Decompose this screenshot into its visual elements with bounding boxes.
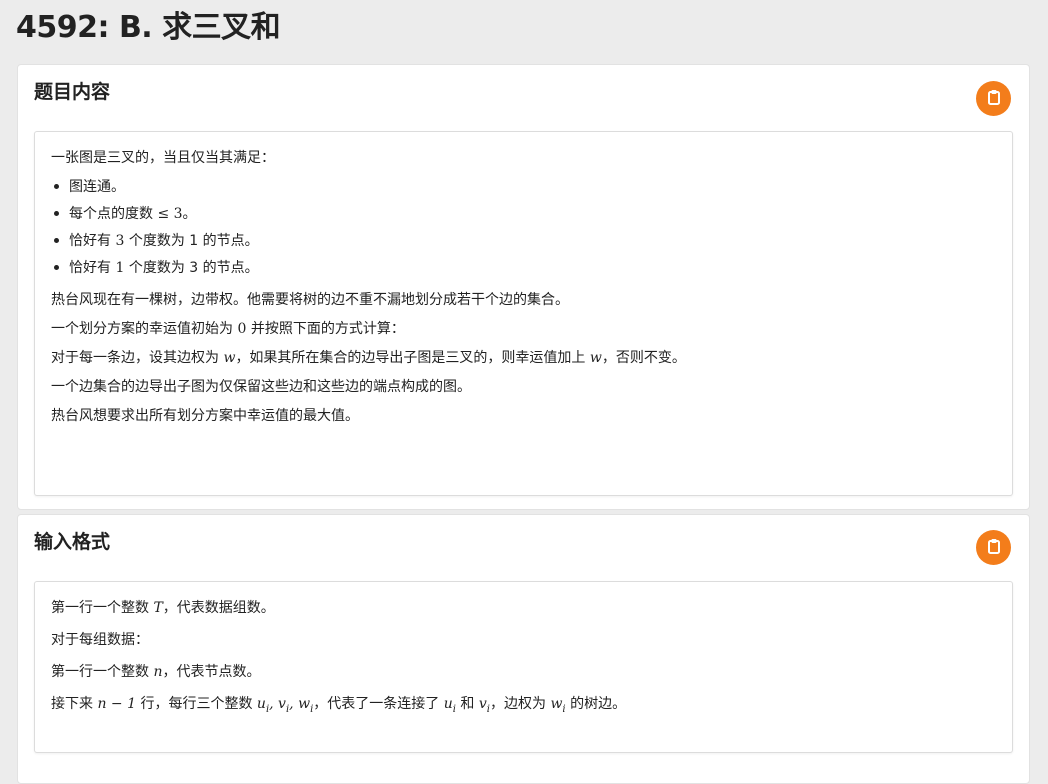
paragraph: 热台风现在有一棵树，边带权。他需要将树的边不重不漏地划分成若干个边的集合。 xyxy=(51,292,569,308)
problem-content-box: 一张图是三叉的，当且仅当其满足： 图连通。 每个点的度数 ≤ 3。 恰好有 3 … xyxy=(34,131,1013,496)
page-title: 4592: B. 求三叉和 xyxy=(16,10,281,45)
list-item: 图连通。 xyxy=(51,177,996,197)
intro-text: 一张图是三叉的，当且仅当其满足： xyxy=(51,150,275,166)
paragraph: 一个边集合的边导出子图为仅保留这些边和这些边的端点构成的图。 xyxy=(51,379,471,395)
list-item: 恰好有 1 个度数为 3 的节点。 xyxy=(51,258,996,278)
paragraph: 一个划分方案的幸运值初始为 0 并按照下面的方式计算： xyxy=(51,321,405,337)
list-item: 每个点的度数 ≤ 3。 xyxy=(51,204,996,224)
input-format-section: 输入格式 第一行一个整数 T，代表数据组数。 对于每组数据： 第一行一个整数 n… xyxy=(17,514,1030,784)
copy-problem-button[interactable] xyxy=(976,81,1011,116)
paragraph: 第一行一个整数 T，代表数据组数。 xyxy=(51,600,275,616)
conditions-list: 图连通。 每个点的度数 ≤ 3。 恰好有 3 个度数为 1 的节点。 恰好有 1… xyxy=(51,177,996,278)
clipboard-icon xyxy=(987,538,1001,557)
list-item: 恰好有 3 个度数为 1 的节点。 xyxy=(51,231,996,251)
paragraph: 对于每一条边，设其边权为 w，如果其所在集合的边导出子图是三叉的，则幸运值加上 … xyxy=(51,350,686,366)
section-header-input: 输入格式 xyxy=(34,531,111,553)
section-header-problem: 题目内容 xyxy=(34,81,111,103)
paragraph: 对于每组数据： xyxy=(51,632,149,648)
paragraph: 第一行一个整数 n，代表节点数。 xyxy=(51,664,261,680)
copy-input-button[interactable] xyxy=(976,530,1011,565)
paragraph: 热台风想要求出所有划分方案中幸运值的最大值。 xyxy=(51,408,359,424)
paragraph: 接下来 n − 1 行，每行三个整数 ui, vi, wi，代表了一条连接了 u… xyxy=(51,696,627,715)
input-content-box: 第一行一个整数 T，代表数据组数。 对于每组数据： 第一行一个整数 n，代表节点… xyxy=(34,581,1013,753)
problem-content-section: 题目内容 一张图是三叉的，当且仅当其满足： 图连通。 每个点的度数 ≤ 3。 恰… xyxy=(17,64,1030,510)
clipboard-icon xyxy=(987,89,1001,108)
